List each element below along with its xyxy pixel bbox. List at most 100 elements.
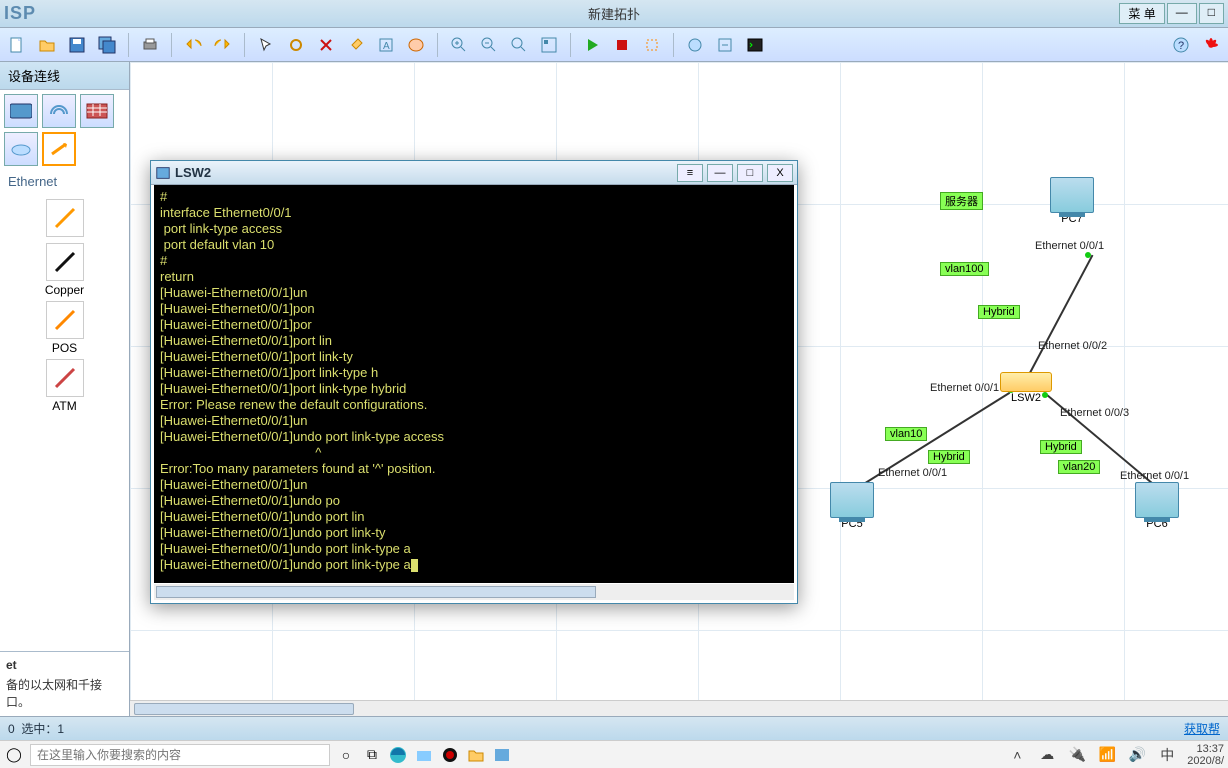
save-icon[interactable]	[66, 34, 88, 56]
port-label: Ethernet 0/0/3	[1060, 407, 1129, 419]
collapse-icon[interactable]	[714, 34, 736, 56]
save-all-icon[interactable]	[96, 34, 118, 56]
new-icon[interactable]	[6, 34, 28, 56]
tray-volume-icon[interactable]: 🔊	[1127, 745, 1147, 765]
cortana-circle-icon[interactable]: ○	[336, 745, 356, 765]
tray-ime-icon[interactable]: 中	[1157, 745, 1177, 765]
edge-icon[interactable]	[388, 745, 408, 765]
cortana-icon[interactable]: ◯	[4, 745, 24, 765]
desc-title: et	[6, 658, 123, 672]
terminal-window[interactable]: LSW2 ≡ — □ X #interface Ethernet0/0/1 po…	[150, 160, 798, 604]
explorer-icon[interactable]	[466, 745, 486, 765]
device-firewall-icon[interactable]	[80, 94, 114, 128]
menu-button[interactable]: 菜 单	[1119, 3, 1164, 24]
port-label: Ethernet 0/0/1	[1120, 470, 1189, 482]
node-label: LSW2	[1000, 392, 1052, 404]
connector-copper[interactable]: Copper	[35, 241, 95, 297]
device-cloud-icon[interactable]	[4, 132, 38, 166]
tag-hybrid[interactable]: Hybrid	[928, 450, 970, 464]
undo-icon[interactable]	[182, 34, 204, 56]
connector-atm[interactable]: ATM	[35, 357, 95, 413]
terminal-titlebar[interactable]: LSW2 ≡ — □ X	[151, 161, 797, 185]
os-taskbar: ◯ ○ ⧉ ˄ ☁ 🔌 📶 🔊 中 13:372020/8/	[0, 740, 1228, 768]
terminal-icon[interactable]	[744, 34, 766, 56]
broom-icon[interactable]	[345, 34, 367, 56]
pan-icon[interactable]	[285, 34, 307, 56]
device-wlan-icon[interactable]	[42, 94, 76, 128]
terminal-min-button[interactable]: —	[707, 164, 733, 182]
port-label: Ethernet 0/0/2	[1038, 340, 1107, 352]
layout-icon[interactable]	[538, 34, 560, 56]
device-router-icon[interactable]	[4, 94, 38, 128]
description-panel: et 备的以太网和千接口。	[0, 651, 129, 716]
terminal-opts-button[interactable]: ≡	[677, 164, 703, 182]
node-pc6[interactable]: PC6	[1135, 482, 1179, 530]
zoom-fit-icon[interactable]	[508, 34, 530, 56]
connector-label: Copper	[35, 283, 95, 297]
terminal-close-button[interactable]: X	[767, 164, 793, 182]
capture-icon[interactable]	[641, 34, 663, 56]
stop-icon[interactable]	[611, 34, 633, 56]
redo-icon[interactable]	[212, 34, 234, 56]
taskbar-search[interactable]	[30, 744, 330, 766]
record-icon[interactable]	[440, 745, 460, 765]
svg-text:A: A	[383, 41, 390, 52]
app-brand: ISP	[0, 3, 36, 24]
taskbar-search-input[interactable]	[37, 748, 323, 762]
status-left: 0 选中：1	[8, 720, 64, 737]
minimize-button[interactable]: —	[1167, 3, 1197, 24]
print-icon[interactable]	[139, 34, 161, 56]
tag-vlan10[interactable]: vlan10	[885, 427, 927, 441]
tray-power-icon[interactable]: 🔌	[1067, 745, 1087, 765]
tag-vlan20[interactable]: vlan20	[1058, 460, 1100, 474]
tag-server[interactable]: 服务器	[940, 192, 983, 210]
help-icon[interactable]: ?	[1170, 34, 1192, 56]
device-connection-icon[interactable]	[42, 132, 76, 166]
open-icon[interactable]	[36, 34, 58, 56]
connector-list: Copper POS ATM	[0, 193, 129, 651]
delete-icon[interactable]	[315, 34, 337, 56]
port-label: Ethernet 0/0/1	[930, 382, 999, 394]
device-palette	[0, 90, 129, 170]
maximize-button[interactable]: □	[1199, 3, 1224, 24]
terminal-title: LSW2	[155, 165, 211, 181]
tag-vlan100[interactable]: vlan100	[940, 262, 989, 276]
connector-auto[interactable]	[35, 197, 95, 239]
canvas-scrollbar[interactable]	[130, 700, 1228, 716]
app-icon[interactable]	[414, 745, 434, 765]
system-tray: ˄ ☁ 🔌 📶 🔊 中 13:372020/8/	[1007, 743, 1224, 767]
app-title: 新建拓扑	[588, 4, 640, 23]
analyze-icon[interactable]	[684, 34, 706, 56]
node-pc5[interactable]: PC5	[830, 482, 874, 530]
terminal-body[interactable]: #interface Ethernet0/0/1 port link-type …	[154, 185, 794, 583]
tray-clock[interactable]: 13:372020/8/	[1187, 743, 1224, 767]
terminal-max-button[interactable]: □	[737, 164, 763, 182]
terminal-scrollbar[interactable]	[154, 584, 794, 600]
huawei-logo-icon[interactable]	[1200, 34, 1222, 56]
node-lsw2[interactable]: LSW2	[1000, 372, 1052, 404]
palette-icon[interactable]	[405, 34, 427, 56]
connector-label: POS	[35, 341, 95, 355]
tag-hybrid[interactable]: Hybrid	[1040, 440, 1082, 454]
tag-hybrid[interactable]: Hybrid	[978, 305, 1020, 319]
ethernet-label: Ethernet	[0, 170, 129, 193]
start-icon[interactable]	[581, 34, 603, 56]
port-dot-icon	[1085, 252, 1091, 258]
tray-wifi-icon[interactable]: 📶	[1097, 745, 1117, 765]
svg-text:?: ?	[1178, 40, 1184, 52]
tray-up-icon[interactable]: ˄	[1007, 745, 1027, 765]
main-toolbar: A ?	[0, 28, 1228, 62]
text-icon[interactable]: A	[375, 34, 397, 56]
sidebar-header: 设备连线	[0, 62, 129, 90]
zoom-in-icon[interactable]	[448, 34, 470, 56]
ensp-icon[interactable]	[492, 745, 512, 765]
zoom-out-icon[interactable]	[478, 34, 500, 56]
pointer-icon[interactable]	[255, 34, 277, 56]
node-pc7[interactable]: PC7	[1050, 177, 1094, 225]
tray-cloud-icon[interactable]: ☁	[1037, 745, 1057, 765]
connector-pos[interactable]: POS	[35, 299, 95, 355]
status-help-link[interactable]: 获取帮	[1184, 720, 1220, 737]
taskview-icon[interactable]: ⧉	[362, 745, 382, 765]
window-buttons: 菜 单 — □	[1119, 3, 1228, 24]
port-label: Ethernet 0/0/1	[1035, 240, 1104, 252]
